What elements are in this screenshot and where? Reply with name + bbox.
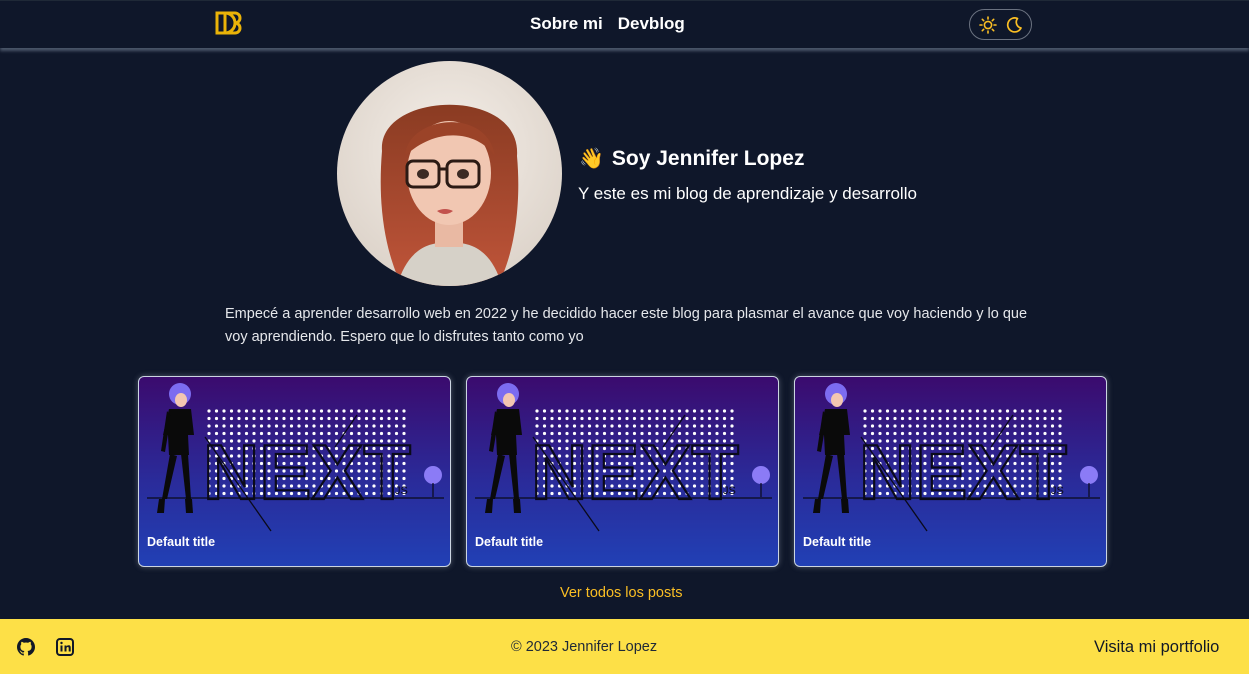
post-card-title: Default title: [803, 535, 872, 549]
hero-title-text: Soy Jennifer Lopez: [611, 146, 805, 170]
post-card[interactable]: NEXT JS Default title: [466, 376, 779, 567]
cover-js-text: JS: [723, 485, 736, 497]
site-footer: © 2023 Jennifer Lopez Visita mi portfoli…: [0, 619, 1249, 674]
copyright-text: © 2023 Jennifer Lopez: [511, 639, 658, 655]
waving-hand-icon: 👋: [579, 148, 604, 170]
main-nav: Sobre mi Devblog: [530, 14, 685, 34]
github-icon[interactable]: [16, 637, 36, 657]
logo[interactable]: [213, 9, 247, 37]
post-card[interactable]: NEXT JS Default title: [794, 376, 1107, 567]
hero-subtitle: Y este es mi blog de aprendizaje y desar…: [578, 184, 917, 203]
post-card[interactable]: NEXT JS Default title: [138, 376, 451, 567]
cover-next-text: NEXT: [203, 428, 411, 516]
sun-icon[interactable]: [978, 15, 997, 34]
cover-js-text: JS: [395, 485, 408, 497]
profile-avatar: [337, 61, 562, 286]
intro-paragraph: Empecé a aprender desarrollo web en 2022…: [225, 306, 1028, 345]
linkedin-icon[interactable]: [55, 637, 75, 657]
cover-js-text: JS: [1051, 485, 1064, 497]
site-header: Sobre mi Devblog: [0, 0, 1249, 48]
nav-link-sobre-mi[interactable]: Sobre mi: [530, 14, 603, 34]
portfolio-link[interactable]: Visita mi portfolio: [1094, 638, 1219, 657]
theme-toggle[interactable]: [969, 9, 1032, 40]
cover-next-text: NEXT: [859, 428, 1067, 516]
logo-icon: [215, 11, 242, 35]
cover-next-text: NEXT: [531, 428, 739, 516]
hero-title: 👋 Soy Jennifer Lopez: [579, 146, 804, 171]
post-card-title: Default title: [147, 535, 216, 549]
post-card-title: Default title: [475, 535, 544, 549]
view-all-posts-link[interactable]: Ver todos los posts: [560, 585, 683, 601]
moon-icon[interactable]: [1005, 16, 1023, 34]
nav-link-devblog[interactable]: Devblog: [618, 14, 685, 34]
social-links: [16, 637, 75, 657]
